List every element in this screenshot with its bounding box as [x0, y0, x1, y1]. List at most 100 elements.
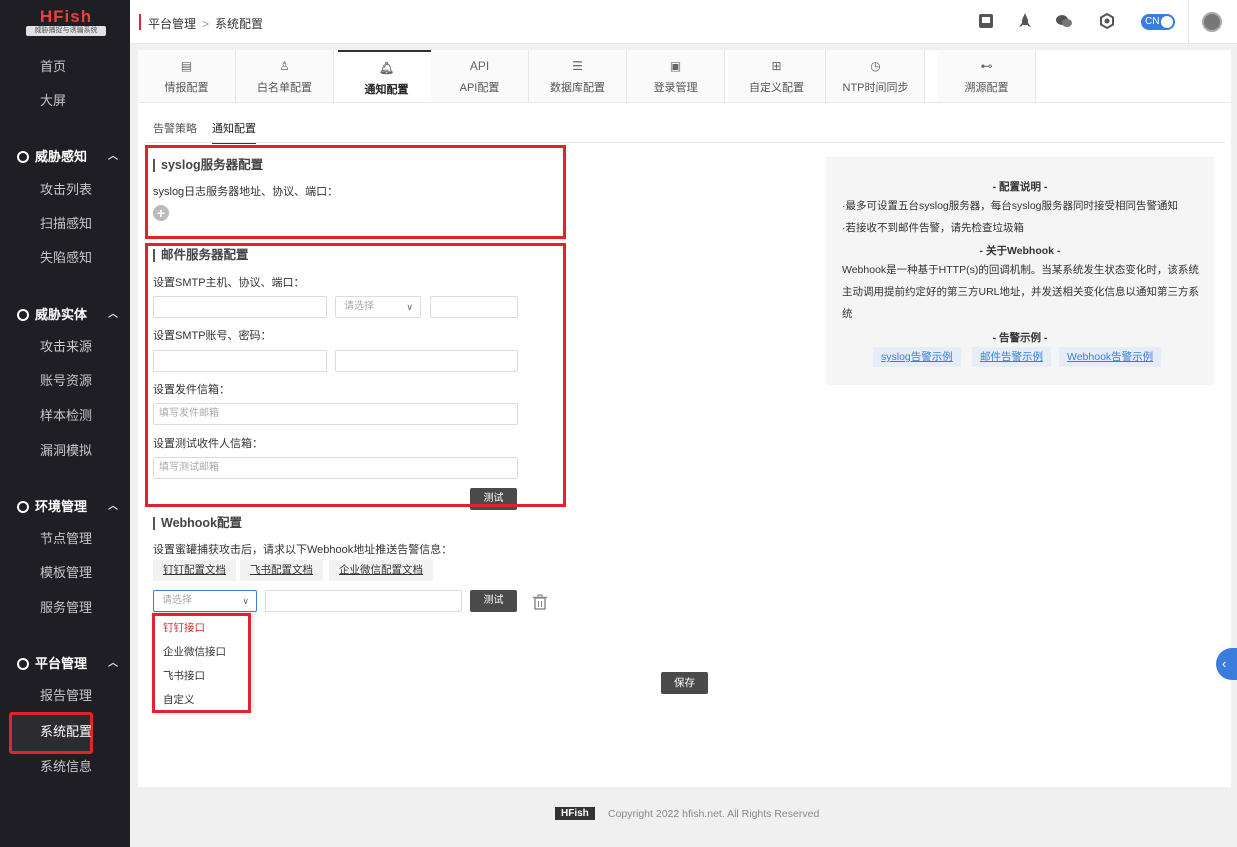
main-panel: ▤ 情报配置 ♙ 白名单配置 🔔︎ 通知配置 API API配置 ☰ 数据库配置…: [138, 50, 1231, 787]
webhook-desc: 设置蜜罐捕获攻击后，请求以下Webhook地址推送告警信息：: [153, 544, 453, 556]
settings-icon: [17, 501, 29, 513]
sidebar-item-account-resource[interactable]: 账号资源: [0, 364, 130, 398]
sidebar-item-bigscreen[interactable]: 大屏: [0, 84, 130, 118]
save-button[interactable]: 保存: [661, 672, 708, 694]
tab-custom-config[interactable]: ⊞ 自定义配置: [728, 50, 826, 102]
sidebar-item-system-config[interactable]: 系统配置: [0, 715, 130, 749]
radar-icon: [17, 151, 29, 163]
tab-label: 登录管理: [653, 82, 698, 94]
info-heading-config: - 配置说明 -: [992, 181, 1048, 193]
sidebar-item-home[interactable]: 首页: [0, 50, 130, 84]
sidebar-item-vuln-simulation[interactable]: 漏洞模拟: [0, 434, 130, 468]
avatar[interactable]: [1202, 12, 1222, 32]
tab-notification-config[interactable]: 🔔︎ 通知配置: [338, 50, 436, 102]
sidebar-item-service-mgmt[interactable]: 服务管理: [0, 591, 130, 625]
sidebar-item-compromise-perception[interactable]: 失陷感知: [0, 241, 130, 275]
chevron-up-icon: ︿: [108, 151, 118, 162]
shield-icon: [17, 309, 29, 321]
sidebar-item-scan-perception[interactable]: 扫描感知: [0, 207, 130, 241]
grid-icon: ⊞: [771, 59, 782, 73]
logo-subtitle: 威胁捕捉与诱骗系统: [26, 26, 106, 36]
dropdown-highlight-box: [152, 613, 251, 713]
tab-label: 自定义配置: [749, 82, 804, 94]
breadcrumb-item[interactable]: 平台管理: [148, 17, 196, 31]
wechat-icon[interactable]: [1054, 12, 1072, 30]
breadcrumb-separator: >: [202, 17, 210, 31]
api-icon: API: [469, 59, 490, 73]
sidebar-item-sample-detection[interactable]: 样本检测: [0, 399, 130, 433]
tab-label: 通知配置: [364, 84, 409, 96]
language-toggle[interactable]: CN: [1141, 14, 1175, 30]
hexagon-icon[interactable]: [1098, 12, 1116, 30]
tab-ntp-sync[interactable]: ◷ NTP时间同步: [827, 50, 925, 102]
mail-example-link[interactable]: 邮件告警示例: [972, 347, 1051, 367]
gear-icon: [17, 658, 29, 670]
feishu-doc-link[interactable]: 飞书配置文档: [240, 560, 323, 581]
sidebar-item-attack-list[interactable]: 攻击列表: [0, 173, 130, 207]
tab-login-mgmt[interactable]: ▣ 登录管理: [627, 50, 725, 102]
chevron-up-icon: ︿: [108, 309, 118, 320]
document-icon: ▤: [180, 59, 193, 73]
sidebar-item-attack-source[interactable]: 攻击来源: [0, 330, 130, 364]
tab-database-config[interactable]: ☰ 数据库配置: [529, 50, 627, 102]
info-text: ·若接收不到邮件告警，请先检查垃圾箱: [842, 222, 1024, 234]
network-icon: ⊷: [980, 59, 993, 73]
webhook-url-input[interactable]: [265, 590, 462, 612]
sidebar-item-system-info[interactable]: 系统信息: [0, 750, 130, 784]
logo[interactable]: HFish 威胁捕捉与诱骗系统: [26, 8, 106, 36]
tab-intel-config[interactable]: ▤ 情报配置: [138, 50, 236, 102]
breadcrumb-accent: [139, 14, 141, 30]
logo-title: HFish: [39, 7, 93, 26]
wecom-doc-link[interactable]: 企业微信配置文档: [329, 560, 433, 581]
clock-icon: ◷: [870, 59, 881, 73]
syslog-example-link[interactable]: syslog告警示例: [873, 347, 961, 367]
tab-label: NTP时间同步: [842, 82, 909, 94]
info-heading-webhook: - 关于Webhook -: [979, 245, 1061, 257]
chevron-up-icon: ︿: [108, 501, 118, 512]
config-tabs: ▤ 情报配置 ♙ 白名单配置 🔔︎ 通知配置 API API配置 ☰ 数据库配置…: [138, 50, 1036, 102]
trash-icon[interactable]: [532, 594, 548, 610]
bell-icon: 🔔︎: [378, 61, 395, 75]
webhook-type-select[interactable]: 请选择 ∨: [153, 590, 257, 612]
sidebar-item-node-mgmt[interactable]: 节点管理: [0, 522, 130, 556]
database-icon: ☰: [572, 59, 583, 73]
chevron-down-icon: ∨: [242, 596, 249, 606]
tab-api-config[interactable]: API API配置: [431, 50, 529, 102]
tab-label: 情报配置: [164, 82, 209, 94]
tab-label: 白名单配置: [257, 82, 312, 94]
sidebar-group-label: 环境管理: [35, 499, 88, 514]
sidebar-item-report-mgmt[interactable]: 报告管理: [0, 679, 130, 713]
footer-logo: HFish: [555, 807, 595, 820]
sidebar-group-label: 威胁感知: [35, 149, 88, 164]
sidebar-group-threat-entity[interactable]: 威胁实体 ︿: [0, 298, 130, 332]
subtab-alert-policy[interactable]: 告警策略: [153, 120, 197, 142]
dingtalk-doc-link[interactable]: 钉钉配置文档: [153, 560, 236, 581]
sidebar-group-platform[interactable]: 平台管理 ︿: [0, 647, 130, 681]
document-icon[interactable]: [977, 12, 995, 30]
footer: HFish Copyright 2022 hfish.net. All Righ…: [130, 787, 1237, 847]
subtab-notification-config[interactable]: 通知配置: [212, 120, 256, 144]
tab-trace-config[interactable]: ⊷ 溯源配置: [938, 50, 1036, 102]
tab-label: API配置: [459, 82, 500, 94]
info-text: Webhook是一种基于HTTP(s)的回调机制。当某系统发生状态变化时，该系统…: [842, 264, 1200, 320]
tabs-divider: [138, 102, 1231, 103]
breadcrumb-item: 系统配置: [215, 17, 264, 31]
chevron-left-icon: ‹: [1222, 656, 1227, 671]
syslog-highlight-box: [145, 145, 566, 239]
subtabs-divider: [145, 142, 1225, 143]
tab-whitelist-config[interactable]: ♙ 白名单配置: [236, 50, 334, 102]
sidebar-item-template-mgmt[interactable]: 模板管理: [0, 556, 130, 590]
sidebar-group-threat-perception[interactable]: 威胁感知 ︿: [0, 140, 130, 174]
header: 平台管理 > 系统配置 CN: [130, 0, 1237, 44]
user-icon: ♙: [279, 59, 290, 73]
webhook-test-button[interactable]: 测试: [470, 590, 517, 612]
tab-label: 数据库配置: [550, 82, 605, 94]
webhook-section-title: Webhook配置: [153, 517, 242, 530]
footer-copyright: Copyright 2022 hfish.net. All Rights Res…: [608, 808, 820, 820]
webhook-example-link[interactable]: Webhook告警示例: [1059, 347, 1162, 367]
language-label: CN: [1145, 16, 1160, 27]
info-heading-examples: - 告警示例 -: [992, 332, 1048, 344]
rocket-icon[interactable]: [1016, 12, 1034, 30]
sidebar-group-environment[interactable]: 环境管理 ︿: [0, 490, 130, 524]
chevron-up-icon: ︿: [108, 658, 118, 669]
